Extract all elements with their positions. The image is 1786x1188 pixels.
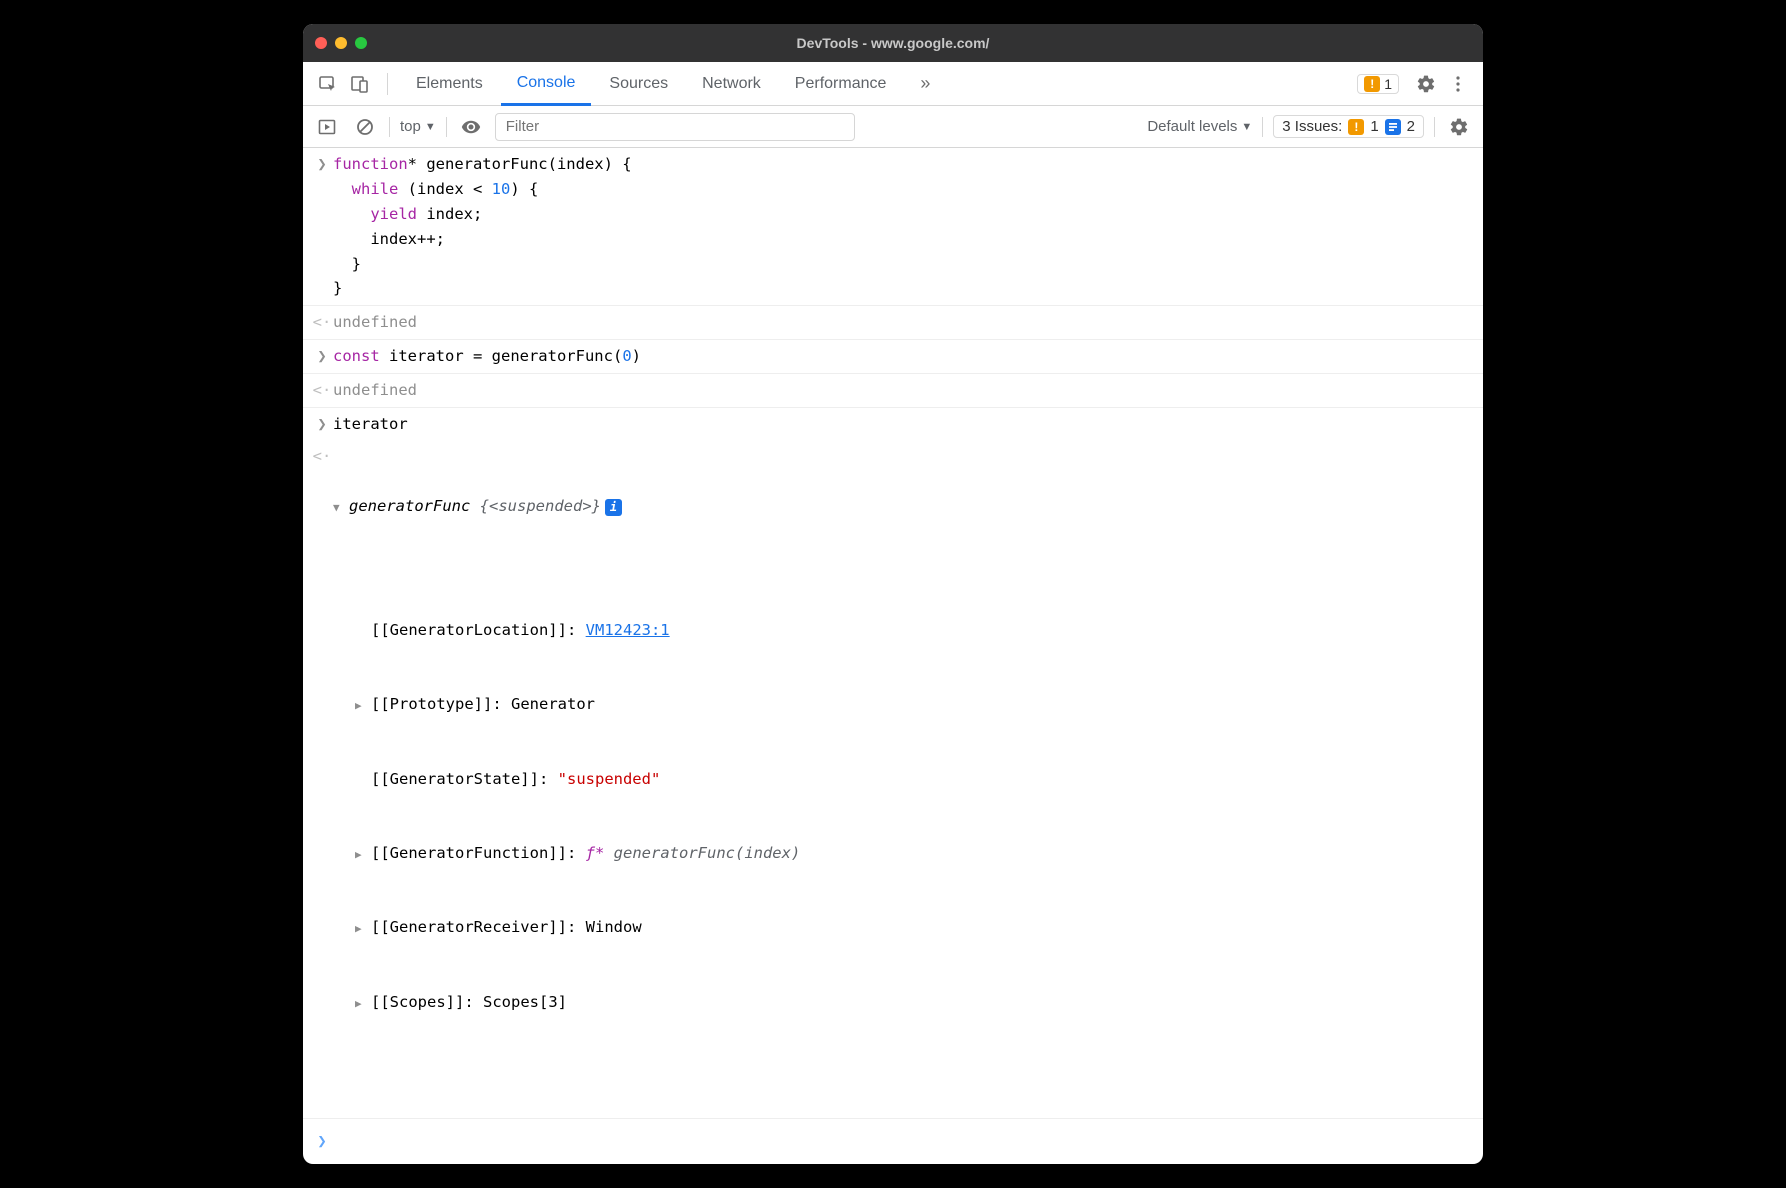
function-signature: generatorFunc(index) (614, 841, 801, 866)
input-chevron-icon: ❯ (311, 412, 333, 437)
dropdown-icon: ▼ (1241, 121, 1252, 133)
warnings-badge[interactable]: ! 1 (1357, 74, 1399, 94)
console-toolbar: top ▼ Default levels ▼ 3 Issues: ! 1 2 (303, 106, 1483, 148)
expand-toggle-icon[interactable] (355, 692, 371, 717)
property-row[interactable]: [[Scopes]]: Scopes[3] (355, 990, 1475, 1015)
expand-toggle-icon[interactable] (355, 990, 371, 1015)
property-row[interactable]: [[GeneratorReceiver]]: Window (355, 915, 1475, 940)
clear-console-icon[interactable] (351, 113, 379, 141)
property-row[interactable]: [[GeneratorFunction]]: ƒ* generatorFunc(… (355, 841, 1475, 866)
tabs-overflow-button[interactable]: » (904, 62, 946, 106)
property-value: "suspended" (558, 767, 661, 792)
property-key: [[Prototype]]: (371, 692, 502, 717)
device-toolbar-icon[interactable] (345, 69, 375, 99)
console-input-entry[interactable]: ❯ const iterator = generatorFunc(0) (303, 340, 1483, 374)
property-value: Window (586, 915, 642, 940)
undefined-result: undefined (333, 378, 1475, 403)
context-selector[interactable]: top ▼ (400, 118, 436, 135)
live-expression-icon[interactable] (457, 113, 485, 141)
object-properties: [[GeneratorLocation]]: VM12423:1 [[Proto… (333, 568, 1475, 1064)
console-result-entry: <· undefined (303, 374, 1483, 408)
property-key: [[GeneratorLocation]]: (371, 618, 576, 643)
info-badge-icon[interactable]: i (605, 499, 622, 516)
issues-button[interactable]: 3 Issues: ! 1 2 (1273, 115, 1424, 138)
dropdown-icon: ▼ (425, 121, 436, 133)
prompt-chevron-icon: ❯ (311, 1129, 333, 1154)
output-chevron-icon: <· (311, 310, 333, 335)
code-line: const iterator = generatorFunc(0) (333, 344, 1475, 369)
output-chevron-icon: <· (311, 444, 333, 1114)
issues-label: 3 Issues: (1282, 118, 1342, 135)
warning-icon: ! (1348, 119, 1364, 135)
source-link[interactable]: VM12423:1 (586, 618, 670, 643)
input-chevron-icon: ❯ (311, 152, 333, 301)
tab-elements[interactable]: Elements (400, 62, 499, 106)
window-title: DevTools - www.google.com/ (303, 35, 1483, 51)
object-header[interactable]: generatorFunc {<suspended>} i (333, 494, 1475, 519)
code-line: iterator (333, 412, 1475, 437)
input-chevron-icon: ❯ (311, 344, 333, 369)
toggle-sidebar-icon[interactable] (313, 113, 341, 141)
console-result-entry: <· undefined (303, 306, 1483, 340)
code-block: function* generatorFunc(index) { while (… (333, 152, 1475, 301)
panel-tab-bar: Elements Console Sources Network Perform… (303, 62, 1483, 106)
console-prompt[interactable]: ❯ (303, 1119, 1483, 1164)
tab-console[interactable]: Console (501, 62, 592, 106)
settings-icon[interactable] (1411, 69, 1441, 99)
expand-toggle-icon[interactable] (333, 494, 349, 519)
property-row[interactable]: [[Prototype]]: Generator (355, 692, 1475, 717)
console-output: ❯ function* generatorFunc(index) { while… (303, 148, 1483, 1163)
expand-toggle-icon[interactable] (355, 915, 371, 940)
undefined-result: undefined (333, 310, 1475, 335)
warning-icon: ! (1364, 76, 1380, 92)
property-row[interactable]: [[GeneratorState]]: "suspended" (355, 767, 1475, 792)
property-row[interactable]: [[GeneratorLocation]]: VM12423:1 (355, 618, 1475, 643)
object-state: {<suspended>} (480, 494, 601, 519)
expand-toggle-icon[interactable] (355, 841, 371, 866)
log-levels-selector[interactable]: Default levels ▼ (1147, 118, 1252, 135)
property-key: [[GeneratorState]]: (371, 767, 548, 792)
info-icon (1385, 119, 1401, 135)
object-inspector: generatorFunc {<suspended>} i [[Generato… (333, 444, 1475, 1114)
issues-warn-count: 1 (1370, 118, 1378, 135)
devtools-window: DevTools - www.google.com/ Elements Cons… (303, 24, 1483, 1163)
object-name: generatorFunc (349, 494, 470, 519)
inspect-element-icon[interactable] (313, 69, 343, 99)
property-value: Generator (511, 692, 595, 717)
function-symbol: ƒ* (586, 841, 605, 866)
tab-performance[interactable]: Performance (779, 62, 903, 106)
issues-info-count: 2 (1407, 118, 1415, 135)
prompt-input[interactable] (333, 1129, 1475, 1154)
filter-input[interactable] (495, 113, 855, 141)
console-input-entry[interactable]: ❯ iterator (303, 408, 1483, 441)
console-settings-icon[interactable] (1445, 113, 1473, 141)
property-key: [[GeneratorReceiver]]: (371, 915, 576, 940)
warnings-count: 1 (1384, 76, 1392, 92)
console-input-entry[interactable]: ❯ function* generatorFunc(index) { while… (303, 148, 1483, 306)
output-chevron-icon: <· (311, 378, 333, 403)
tab-sources[interactable]: Sources (593, 62, 684, 106)
console-object-entry: <· generatorFunc {<suspended>} i [[Gener… (303, 440, 1483, 1119)
levels-label: Default levels (1147, 118, 1237, 135)
property-key: [[GeneratorFunction]]: (371, 841, 576, 866)
context-label: top (400, 118, 421, 135)
property-value: Scopes[3] (483, 990, 567, 1015)
property-key: [[Scopes]]: (371, 990, 474, 1015)
tab-network[interactable]: Network (686, 62, 777, 106)
title-bar: DevTools - www.google.com/ (303, 24, 1483, 62)
more-menu-icon[interactable] (1443, 69, 1473, 99)
